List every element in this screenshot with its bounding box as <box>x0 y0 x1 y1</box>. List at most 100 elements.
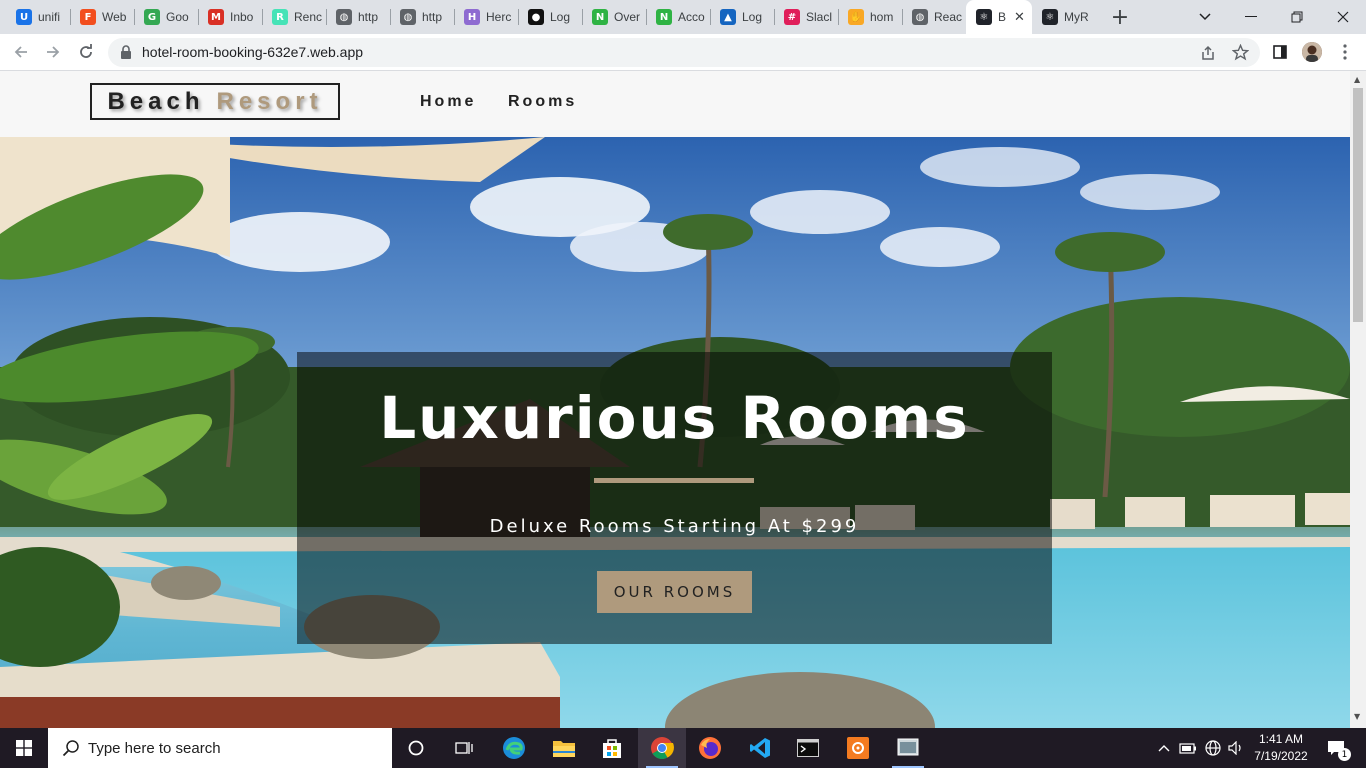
cortana-button[interactable] <box>392 728 440 768</box>
tab-favicon-icon: ◍ <box>400 9 416 25</box>
scroll-down-arrow-icon[interactable]: ▼ <box>1354 712 1360 721</box>
clock-date: 7/19/2022 <box>1254 749 1308 763</box>
battery-icon <box>1179 743 1196 754</box>
taskbar-chrome[interactable] <box>638 728 686 768</box>
tab-favicon-icon: # <box>784 9 800 25</box>
browser-tab[interactable]: ▲ Log <box>710 0 774 34</box>
tab-title: Log <box>742 10 763 24</box>
tab-favicon-icon: R <box>272 9 288 25</box>
tab-favicon-icon: G <box>144 9 160 25</box>
taskbar-store[interactable] <box>588 728 636 768</box>
tab-title: Over <box>614 10 641 24</box>
browser-tab[interactable]: N Acco <box>646 0 710 34</box>
task-view-button[interactable] <box>440 728 488 768</box>
browser-tab[interactable]: ◍ http <box>326 0 390 34</box>
page-scrollbar[interactable]: ▲ ▼ <box>1350 71 1366 728</box>
scrollbar-thumb[interactable] <box>1353 88 1363 322</box>
back-button[interactable] <box>9 40 33 64</box>
browser-tab-strip: Uunifi F Web G Goo M Inbo R Renc ◍ http ◍ http H Herc ●… <box>0 0 1366 34</box>
tab-title: hom <box>870 10 894 24</box>
browser-tab[interactable]: # Slacl <box>774 0 838 34</box>
new-tab-button[interactable]: + <box>1108 5 1132 30</box>
tab-title: unifi <box>38 10 61 24</box>
more-vert-icon <box>1343 44 1347 60</box>
nav-link-home[interactable]: Home <box>420 93 476 111</box>
browser-tab[interactable]: R Renc <box>262 0 326 34</box>
restore-button[interactable] <box>1274 0 1320 34</box>
our-rooms-button[interactable]: OUR ROOMS <box>597 571 752 613</box>
lock-icon <box>121 45 131 59</box>
browser-tab[interactable]: ⚛ MyR <box>1032 0 1096 34</box>
hero-banner: Luxurious Rooms Deluxe Rooms Starting At… <box>297 352 1052 644</box>
tab-favicon-icon: F <box>80 9 96 25</box>
windows-logo-icon <box>16 740 32 756</box>
taskbar-app-orange[interactable] <box>834 728 882 768</box>
tab-title: Log <box>550 10 571 24</box>
taskbar-edge[interactable] <box>490 728 538 768</box>
taskbar-app-window[interactable] <box>884 728 932 768</box>
tab-favicon-icon: N <box>656 9 672 25</box>
hero-title: Luxurious Rooms <box>379 384 970 452</box>
tray-overflow-button[interactable] <box>1156 728 1172 768</box>
share-icon[interactable] <box>1200 45 1216 61</box>
search-icon <box>62 740 79 757</box>
taskbar-firefox[interactable] <box>686 728 734 768</box>
tab-search-button[interactable] <box>1182 0 1228 34</box>
tray-network[interactable] <box>1203 728 1223 768</box>
tab-title: MyR <box>1064 10 1089 24</box>
nav-link-rooms[interactable]: Rooms <box>508 93 577 111</box>
tab-title: Slacl <box>806 10 833 24</box>
tab-title: Goo <box>166 10 189 24</box>
tab-title: Web <box>102 10 127 24</box>
taskbar-search-box[interactable]: Type here to search <box>48 728 392 768</box>
folder-icon <box>553 741 575 757</box>
site-logo[interactable]: Beach Resort <box>90 83 340 120</box>
scroll-up-arrow-icon[interactable]: ▲ <box>1354 75 1360 84</box>
browser-tab-active[interactable]: ⚛ B ✕ <box>966 0 1032 34</box>
taskbar-terminal[interactable] <box>784 728 832 768</box>
browser-tab[interactable]: H Herc <box>454 0 518 34</box>
tab-favicon-icon: ⚛ <box>976 9 992 25</box>
browser-tab[interactable]: Uunifi <box>6 0 70 34</box>
start-button[interactable] <box>0 728 48 768</box>
taskbar-file-explorer[interactable] <box>540 728 588 768</box>
speaker-icon <box>1228 741 1241 755</box>
tray-volume[interactable] <box>1226 728 1246 768</box>
search-placeholder: Type here to search <box>88 739 221 757</box>
close-tab-icon[interactable]: ✕ <box>1014 10 1025 25</box>
taskbar-clock[interactable]: 1:41 AM 7/19/2022 <box>1246 731 1316 765</box>
browser-tab[interactable]: ● Log <box>518 0 582 34</box>
browser-menu-button[interactable] <box>1333 40 1357 64</box>
browser-tab[interactable]: ◍ Reac <box>902 0 966 34</box>
reload-button[interactable] <box>74 40 98 64</box>
browser-tab[interactable]: G Goo <box>134 0 198 34</box>
url-text[interactable]: hotel-room-booking-632e7.web.app <box>142 44 363 60</box>
hero-subtitle: Deluxe Rooms Starting At $299 <box>489 516 860 537</box>
address-bar[interactable]: hotel-room-booking-632e7.web.app <box>108 38 1260 67</box>
page-viewport: Beach Resort Home Rooms Luxurious Rooms … <box>0 71 1350 728</box>
site-navbar: Beach Resort Home Rooms <box>0 71 1350 137</box>
browser-tab[interactable]: ✋ hom <box>838 0 902 34</box>
tab-favicon-icon: U <box>16 9 32 25</box>
action-center-button[interactable]: 1 <box>1320 728 1352 768</box>
browser-tab[interactable]: N Over <box>582 0 646 34</box>
tray-battery[interactable] <box>1178 728 1198 768</box>
minimize-button[interactable] <box>1228 0 1274 34</box>
globe-icon <box>1205 740 1221 756</box>
bookmark-star-icon[interactable] <box>1232 44 1249 61</box>
taskbar-vscode[interactable] <box>736 728 784 768</box>
forward-button[interactable] <box>41 40 65 64</box>
profile-avatar[interactable] <box>1302 42 1322 62</box>
reload-icon <box>80 44 92 58</box>
tab-title: Renc <box>294 10 323 24</box>
browser-tab[interactable]: M Inbo <box>198 0 262 34</box>
tab-favicon-icon: ◍ <box>912 9 928 25</box>
browser-tab[interactable]: ◍ http <box>390 0 454 34</box>
browser-tab[interactable]: F Web <box>70 0 134 34</box>
task-view-icon <box>455 742 473 754</box>
close-window-button[interactable] <box>1320 0 1366 34</box>
side-panel-button[interactable] <box>1268 40 1292 64</box>
tab-favicon-icon: ▲ <box>720 9 736 25</box>
tab-title: http <box>422 10 443 24</box>
windows-taskbar: Type here to search 1:41 AM 7/19/2022 1 <box>0 728 1366 768</box>
